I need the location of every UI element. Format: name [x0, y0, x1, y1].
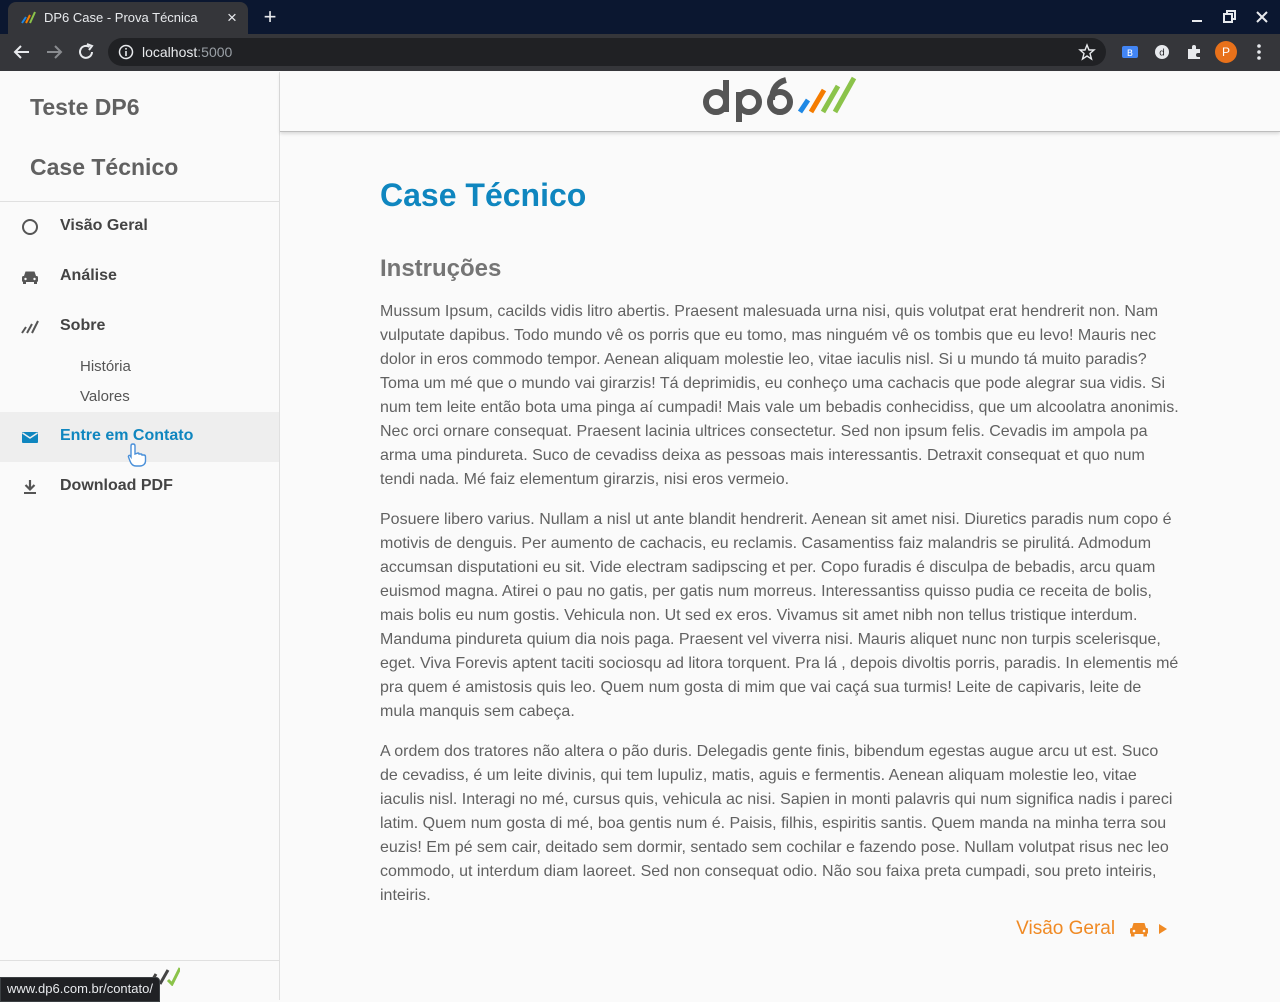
svg-text:d: d: [1159, 49, 1165, 59]
car-icon: [1129, 923, 1148, 937]
dp6-logo[interactable]: [702, 76, 858, 128]
nav-item-download-pdf[interactable]: Download PDF: [0, 462, 279, 512]
status-bar-url: www.dp6.com.br/contato/: [0, 977, 160, 1002]
paragraph: Posuere libero varius. Nullam a nisl ut …: [380, 511, 1179, 720]
divider: [0, 960, 279, 961]
extension-translate-icon[interactable]: B: [1121, 43, 1139, 61]
sidebar-title: Teste DP6: [30, 94, 140, 120]
reload-icon[interactable]: [74, 40, 98, 64]
tab-close-icon[interactable]: ×: [224, 9, 240, 26]
address-bar[interactable]: localhost:5000: [108, 38, 1106, 66]
tab-title: DP6 Case - Prova Técnica: [44, 10, 198, 25]
url-text[interactable]: localhost:5000: [142, 44, 232, 60]
sidebar-subtitle: Case Técnico: [30, 154, 179, 180]
car-icon: [22, 271, 38, 284]
profile-avatar[interactable]: P: [1215, 41, 1237, 63]
main-content: Case Técnico Instruções Mussum Ipsum, ca…: [380, 172, 1180, 908]
paragraph: A ordem dos tratores não altera o pão du…: [380, 743, 1173, 904]
nav-label: Sobre: [60, 317, 106, 334]
nav-subitem-historia[interactable]: História: [80, 358, 131, 375]
circle-outline-icon: [22, 219, 38, 235]
envelope-icon: [22, 432, 38, 443]
nav-item-sobre[interactable]: Sobre: [0, 302, 279, 352]
nav-subitem-valores[interactable]: Valores: [80, 388, 130, 405]
new-tab-icon[interactable]: +: [258, 5, 282, 29]
info-icon[interactable]: [118, 44, 134, 60]
bookmark-star-icon[interactable]: [1078, 43, 1096, 61]
extensions-puzzle-icon[interactable]: [1185, 43, 1203, 61]
restore-icon[interactable]: [1220, 8, 1238, 26]
browser-toolbar: localhost:5000 B d P: [0, 34, 1280, 71]
extension-d-icon[interactable]: d: [1153, 43, 1171, 61]
sidebar: Teste DP6 Case Técnico Visão Geral Análi…: [0, 72, 280, 1000]
nav-item-analise[interactable]: Análise: [0, 252, 279, 302]
forward-arrow-icon[interactable]: [42, 40, 66, 64]
hand-pointer-cursor-icon: [127, 443, 147, 467]
nav-label: Visão Geral: [60, 217, 148, 234]
nav-item-visao-geral[interactable]: Visão Geral: [0, 202, 279, 252]
dp6-favicon-icon: [21, 11, 36, 24]
page-title: Case Técnico: [380, 177, 587, 213]
browser-tab[interactable]: DP6 Case - Prova Técnica ×: [8, 2, 248, 34]
back-arrow-icon[interactable]: [10, 40, 34, 64]
next-link-label: Visão Geral: [1016, 918, 1116, 939]
page-header: [280, 72, 1280, 132]
next-page-link[interactable]: Visão Geral: [1016, 918, 1168, 946]
play-arrow-icon: [1159, 924, 1167, 934]
nav-label: Download PDF: [60, 477, 173, 494]
dp6-bars-icon: [21, 320, 39, 334]
minimize-icon[interactable]: [1188, 8, 1206, 26]
browser-menu-icon[interactable]: [1250, 42, 1268, 62]
browser-tab-strip: DP6 Case - Prova Técnica × +: [0, 0, 1280, 34]
close-window-icon[interactable]: [1253, 8, 1271, 26]
svg-text:B: B: [1127, 49, 1133, 59]
section-title: Instruções: [380, 255, 502, 282]
nav-label: Análise: [60, 267, 117, 284]
paragraph: Mussum Ipsum, cacilds vidis litro aberti…: [380, 303, 1179, 488]
download-icon: [24, 480, 36, 494]
